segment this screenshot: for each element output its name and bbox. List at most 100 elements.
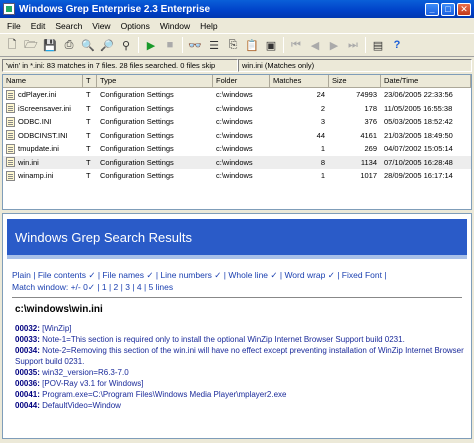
line-text: Program.exe=C:\Program Files\Windows Med… bbox=[42, 390, 287, 399]
file-list[interactable]: Name T Type Folder Matches Size Date/Tim… bbox=[2, 74, 472, 210]
table-row[interactable]: ODBC.INI T Configuration Settings c:\window… bbox=[3, 115, 471, 129]
file-name-text: iScreensaver.ini bbox=[18, 103, 71, 113]
ini-file-icon bbox=[6, 116, 15, 127]
file-size: 1134 bbox=[360, 157, 377, 167]
file-matches: 1 bbox=[320, 171, 325, 181]
result-line: 00036: [POV-Ray v3.1 for Windows] bbox=[15, 378, 471, 389]
file-datetime: 05/03/2005 18:52:42 bbox=[384, 117, 453, 127]
menu-edit[interactable]: Edit bbox=[26, 21, 51, 31]
first-icon[interactable]: ⏮ bbox=[288, 37, 304, 53]
export-icon[interactable]: ▣ bbox=[263, 37, 279, 53]
search-next-icon[interactable]: 🔎 bbox=[99, 37, 115, 53]
result-lines: 00032: [WinZip] 00033: Note-1=This sectio… bbox=[15, 323, 471, 411]
table-row[interactable]: cdPlayer.ini T Configuration Settings c:\wi… bbox=[3, 88, 471, 102]
menu-options[interactable]: Options bbox=[116, 21, 155, 31]
stop-icon[interactable]: ■ bbox=[162, 37, 178, 53]
title-bar: Windows Grep Enterprise 2.3 Enterprise _… bbox=[0, 0, 474, 18]
next-icon[interactable]: ▶ bbox=[326, 37, 342, 53]
results-banner: Windows Grep Search Results bbox=[7, 219, 467, 259]
results-title: Windows Grep Search Results bbox=[15, 229, 193, 245]
close-button[interactable]: ✕ bbox=[457, 2, 471, 16]
properties-icon[interactable]: ▤ bbox=[370, 37, 386, 53]
result-line: 00035: win32_version=R6.3-7.0 bbox=[15, 367, 471, 378]
result-line: 00041: Program.exe=C:\Program Files\Wind… bbox=[15, 389, 471, 400]
save-icon[interactable]: 💾 bbox=[42, 37, 58, 53]
table-row[interactable]: iScreensaver.ini T Configuration Settings c… bbox=[3, 102, 471, 116]
menu-file[interactable]: File bbox=[2, 21, 26, 31]
print-icon[interactable]: ⎙ bbox=[61, 37, 77, 53]
file-name-text: tmupdate.ini bbox=[18, 144, 59, 154]
file-flag: T bbox=[86, 171, 91, 181]
result-line: 00033: Note-1=This section is required o… bbox=[15, 334, 471, 345]
file-flag: T bbox=[86, 103, 91, 113]
copy-icon[interactable]: ⎘ bbox=[225, 37, 241, 53]
column-matches[interactable]: Matches bbox=[270, 75, 329, 87]
file-folder: c:\windows bbox=[216, 117, 253, 127]
new-icon[interactable]: 🗋 bbox=[4, 37, 20, 53]
file-size: 74993 bbox=[356, 90, 377, 100]
line-text: DefaultVideo=Window bbox=[42, 401, 121, 410]
window-title: Windows Grep Enterprise 2.3 Enterprise bbox=[19, 3, 211, 15]
column-type[interactable]: Type bbox=[97, 75, 213, 87]
toolbar-separator bbox=[182, 37, 183, 53]
column-name[interactable]: Name bbox=[3, 75, 83, 87]
run-icon[interactable]: ▶ bbox=[143, 37, 159, 53]
file-flag: T bbox=[86, 117, 91, 127]
paste-icon[interactable]: 📋 bbox=[244, 37, 260, 53]
file-folder: c:\windows bbox=[216, 130, 253, 140]
match-window-options[interactable]: Match window: +/- 0✓ | 1 | 2 | 3 | 4 | 5… bbox=[12, 281, 471, 293]
filter-icon[interactable]: ⚲ bbox=[118, 37, 134, 53]
menu-window[interactable]: Window bbox=[155, 21, 195, 31]
column-folder[interactable]: Folder bbox=[213, 75, 270, 87]
menu-view[interactable]: View bbox=[87, 21, 115, 31]
file-size: 4161 bbox=[360, 130, 377, 140]
ini-file-icon bbox=[6, 89, 15, 100]
last-icon[interactable]: ⏭ bbox=[345, 37, 361, 53]
ini-file-icon bbox=[6, 143, 15, 154]
toolbar-separator bbox=[365, 37, 366, 53]
table-row[interactable]: win.ini T Configuration Settings c:\windows… bbox=[3, 155, 471, 169]
menu-help[interactable]: Help bbox=[195, 21, 222, 31]
file-datetime: 28/09/2005 16:17:14 bbox=[384, 171, 453, 181]
column-datetime[interactable]: Date/Time bbox=[381, 75, 471, 87]
glasses-icon[interactable]: 👓 bbox=[187, 37, 203, 53]
file-list-header: Name T Type Folder Matches Size Date/Tim… bbox=[3, 75, 471, 88]
line-number: 00034: bbox=[15, 346, 40, 355]
maximize-button[interactable]: □ bbox=[441, 2, 455, 16]
file-type: Configuration Settings bbox=[100, 90, 174, 100]
view-icon[interactable]: ☰ bbox=[206, 37, 222, 53]
help-icon[interactable]: ? bbox=[389, 37, 405, 53]
search-icon[interactable]: 🔍 bbox=[80, 37, 96, 53]
table-row[interactable]: tmupdate.ini T Configuration Settings c:\wi… bbox=[3, 142, 471, 156]
minimize-button[interactable]: _ bbox=[425, 2, 439, 16]
line-text: [WinZip] bbox=[42, 324, 72, 333]
line-text: win32_version=R6.3-7.0 bbox=[42, 368, 129, 377]
file-folder: c:\windows bbox=[216, 144, 253, 154]
ini-file-icon bbox=[6, 103, 15, 114]
table-row[interactable]: ODBCINST.INI T Configuration Settings c:\wi… bbox=[3, 129, 471, 143]
file-size: 376 bbox=[364, 117, 377, 127]
file-name: tmupdate.ini bbox=[3, 143, 83, 154]
file-flag: T bbox=[86, 144, 91, 154]
view-options-line1[interactable]: Plain | File contents ✓ | File names ✓ |… bbox=[12, 269, 471, 281]
view-options: Plain | File contents ✓ | File names ✓ |… bbox=[12, 269, 471, 293]
file-type: Configuration Settings bbox=[100, 171, 174, 181]
menu-bar: File Edit Search View Options Window Hel… bbox=[0, 18, 474, 33]
open-icon[interactable]: 🗁 bbox=[23, 37, 39, 53]
table-row[interactable]: winamp.ini T Configuration Settings c:\wind… bbox=[3, 169, 471, 183]
menu-search[interactable]: Search bbox=[50, 21, 87, 31]
file-matches: 8 bbox=[320, 157, 325, 167]
line-text: [POV-Ray v3.1 for Windows] bbox=[42, 379, 144, 388]
result-line: 00032: [WinZip] bbox=[15, 323, 471, 334]
current-file-status: win.ini (Matches only) bbox=[238, 59, 472, 72]
column-t[interactable]: T bbox=[83, 75, 97, 87]
prev-icon[interactable]: ◀ bbox=[307, 37, 323, 53]
file-name: cdPlayer.ini bbox=[3, 89, 83, 100]
results-pane[interactable]: Windows Grep Search Results Plain | File… bbox=[2, 213, 472, 439]
file-name: ODBCINST.INI bbox=[3, 130, 83, 141]
file-datetime: 11/05/2005 16:55:38 bbox=[384, 103, 453, 113]
column-size[interactable]: Size bbox=[329, 75, 381, 87]
file-matches: 3 bbox=[320, 117, 325, 127]
file-name-text: ODBC.INI bbox=[18, 117, 52, 127]
ini-file-icon bbox=[6, 170, 15, 181]
